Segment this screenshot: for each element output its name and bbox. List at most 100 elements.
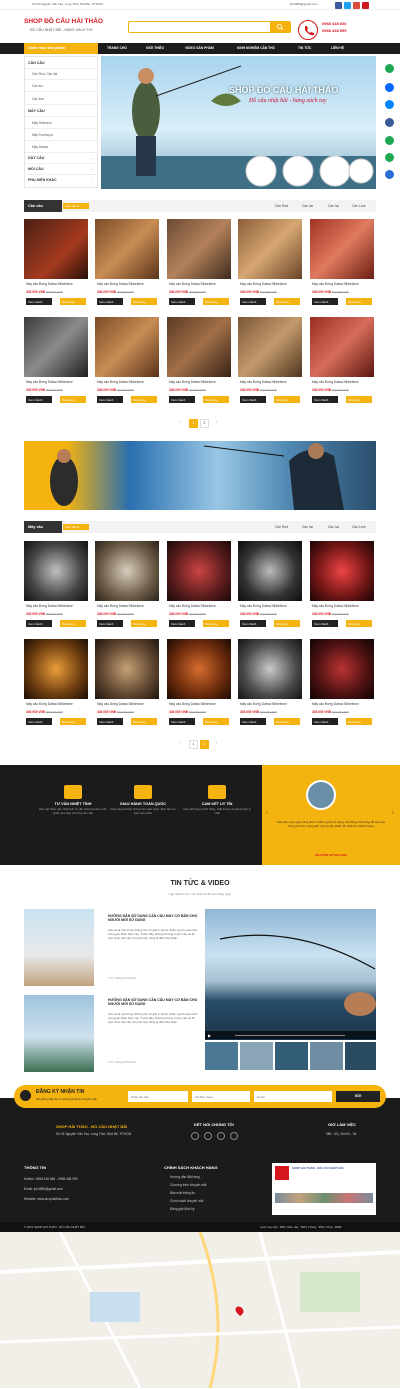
product-image[interactable] (310, 219, 374, 279)
product-image[interactable] (167, 219, 231, 279)
buy-button[interactable]: Mua hàng (274, 718, 300, 725)
buy-button[interactable]: Mua hàng (346, 620, 372, 627)
sidebar-item[interactable]: Máy Shimano (32, 121, 52, 125)
search-input[interactable] (132, 22, 272, 32)
product-card[interactable]: Máy câu Đứng Daiwa Strikeforce 345.000 VN… (95, 639, 159, 732)
quick-view-button[interactable]: Xem nhanh (97, 620, 123, 627)
section-link[interactable]: Cần Lure (352, 525, 366, 529)
facebook-icon[interactable] (385, 118, 394, 127)
view-all-reels[interactable]: Xem tất cả (63, 524, 89, 530)
chevron-left-icon[interactable]: ‹ (266, 810, 268, 816)
section-link[interactable]: Cần Rod (275, 204, 288, 208)
product-image[interactable] (95, 541, 159, 601)
nav-experience[interactable]: KINH NGHIỆM CẦN THỦ (237, 46, 275, 50)
hotline-2[interactable]: 0968 448 999 (322, 28, 346, 33)
sidebar-item[interactable]: Cần Rod, Cần dài (32, 72, 57, 76)
promo-banner[interactable] (24, 441, 376, 510)
quick-view-button[interactable]: Xem nhanh (26, 620, 52, 627)
sidebar-group-baits[interactable]: MỒI CÂU (28, 167, 44, 171)
quick-view-button[interactable]: Xem nhanh (240, 396, 266, 403)
product-image[interactable] (167, 639, 231, 699)
product-image[interactable] (24, 541, 88, 601)
page-2[interactable]: 2 (200, 419, 209, 428)
news-image[interactable] (24, 909, 94, 986)
video-thumbnail[interactable] (345, 1042, 376, 1070)
whatsapp-icon[interactable] (385, 136, 394, 145)
product-card[interactable]: Máy câu Đứng Daiwa Strikeforce 345.000 VN… (238, 639, 302, 732)
quick-view-button[interactable]: Xem nhanh (26, 298, 52, 305)
location-map[interactable] (0, 1231, 400, 1389)
quick-view-button[interactable]: Xem nhanh (169, 620, 195, 627)
hotline-1[interactable]: 0968 448 666 (322, 21, 346, 26)
quick-view-button[interactable]: Xem nhanh (312, 298, 338, 305)
page-next[interactable]: › (212, 740, 221, 749)
buy-button[interactable]: Mua hàng (346, 298, 372, 305)
call-icon[interactable] (385, 153, 394, 162)
footer-policy-link[interactable]: Chính sách khuyến mãi (170, 1199, 203, 1203)
phone-icon[interactable] (385, 64, 394, 73)
quick-view-button[interactable]: Xem nhanh (26, 718, 52, 725)
nav-video[interactable]: VIDEO SẢN PHẨM (185, 46, 214, 50)
footer-policy-link[interactable]: Hướng dẫn đặt hàng (170, 1175, 200, 1179)
youtube-icon[interactable] (230, 1132, 238, 1140)
page-next[interactable]: › (212, 419, 221, 428)
video-thumbnail[interactable] (310, 1042, 343, 1070)
product-name[interactable]: Máy câu Đứng Daiwa Strikeforce (312, 604, 359, 608)
quick-view-button[interactable]: Xem nhanh (240, 718, 266, 725)
product-card[interactable]: Máy câu Đứng Daiwa Strikeforce 345.000 VN… (167, 219, 231, 312)
search-box[interactable] (128, 21, 291, 33)
product-card[interactable]: Máy câu Đứng Daiwa Strikeforce 345.000 VN… (24, 639, 88, 732)
product-name[interactable]: Máy câu Đứng Daiwa Strikeforce (169, 604, 216, 608)
product-card[interactable]: Máy câu Đứng Daiwa Strikeforce 345.000 VN… (310, 639, 374, 732)
product-name[interactable]: Máy câu Đứng Daiwa Strikeforce (240, 702, 287, 706)
product-card[interactable]: Máy câu Đứng Daiwa Strikeforce 345.000 VN… (238, 541, 302, 634)
sidebar-item[interactable]: Máy Tsurinoya (32, 133, 53, 137)
sidebar-group-accessories[interactable]: PHỤ KIỆN KHÁC (28, 178, 57, 182)
video-thumbnail[interactable] (205, 1042, 238, 1070)
product-card[interactable]: Máy câu Đứng Daiwa Strikeforce 345.000 VN… (310, 219, 374, 312)
news-article-title[interactable]: HƯỚNG DẪN SỬ DỤNG CẦN CÂU MÁY CƠ BẢN CHO… (108, 998, 200, 1007)
nav-contact[interactable]: LIÊN HỆ (331, 46, 344, 50)
video-progress[interactable] (235, 1034, 345, 1036)
product-image[interactable] (24, 639, 88, 699)
facebook-icon[interactable] (191, 1132, 199, 1140)
fanpage-widget[interactable]: SHOP HẢI THẢO - ĐỒ CÂU NHẬT BÃI (272, 1163, 376, 1215)
buy-button[interactable]: Mua hàng (131, 718, 157, 725)
buy-button[interactable]: Mua hàng (346, 396, 372, 403)
quick-view-button[interactable]: Xem nhanh (97, 718, 123, 725)
play-icon[interactable]: ▶ (208, 1033, 211, 1038)
footer-policy-link[interactable]: Đăng giải định ký (170, 1207, 194, 1211)
submit-button[interactable]: GỬI (336, 1091, 380, 1102)
product-name[interactable]: Máy câu Đứng Daiwa Strikeforce (312, 282, 359, 286)
hero-banner[interactable]: SHOP ĐỒ CÂU HẢI THẢO Đồ câu nhật bãi - h… (101, 56, 376, 189)
buy-button[interactable]: Mua hàng (203, 718, 229, 725)
buy-button[interactable]: Mua hàng (346, 718, 372, 725)
buy-button[interactable]: Mua hàng (60, 718, 86, 725)
product-image[interactable] (238, 219, 302, 279)
view-all-rods[interactable]: Xem tất cả (63, 203, 89, 209)
quick-view-button[interactable]: Xem nhanh (240, 620, 266, 627)
skype-icon[interactable] (385, 170, 394, 179)
quick-view-button[interactable]: Xem nhanh (26, 396, 52, 403)
product-name[interactable]: Máy câu Đứng Daiwa Strikeforce (169, 282, 216, 286)
buy-button[interactable]: Mua hàng (60, 298, 86, 305)
email-field[interactable] (254, 1091, 332, 1102)
sidebar-group-reels[interactable]: MÁY CÂU (28, 109, 45, 113)
twitter-icon[interactable] (344, 1, 351, 9)
buy-button[interactable]: Mua hàng (203, 298, 229, 305)
product-name[interactable]: Máy câu Đứng Daiwa Strikeforce (240, 380, 287, 384)
news-article-title[interactable]: HƯỚNG DẪN SỬ DỤNG CẦN CÂU MÁY CƠ BẢN CHO… (108, 914, 200, 923)
section-link[interactable]: Cần Rod (275, 525, 288, 529)
page-1[interactable]: 1 (189, 419, 198, 428)
youtube-icon[interactable] (362, 1, 369, 9)
fanpage-name[interactable]: SHOP HẢI THẢO - ĐỒ CÂU NHẬT BÃI (292, 1166, 372, 1171)
product-card[interactable]: Máy câu Đứng Daiwa Strikeforce 345.000 VN… (24, 541, 88, 634)
nav-home[interactable]: TRANG CHỦ (107, 46, 127, 50)
footer-phone[interactable]: Hotline: 0968 448 666 - 0968 448 999 (24, 1177, 78, 1181)
section-link[interactable]: Cần Lure (352, 204, 366, 208)
chevron-right-icon[interactable]: › (392, 810, 394, 816)
product-name[interactable]: Máy câu Đứng Daiwa Strikeforce (240, 604, 287, 608)
product-image[interactable] (95, 317, 159, 377)
footer-policy-link[interactable]: Bảo mật thông tin (170, 1191, 195, 1195)
product-name[interactable]: Máy câu Đứng Daiwa Strikeforce (97, 380, 144, 384)
